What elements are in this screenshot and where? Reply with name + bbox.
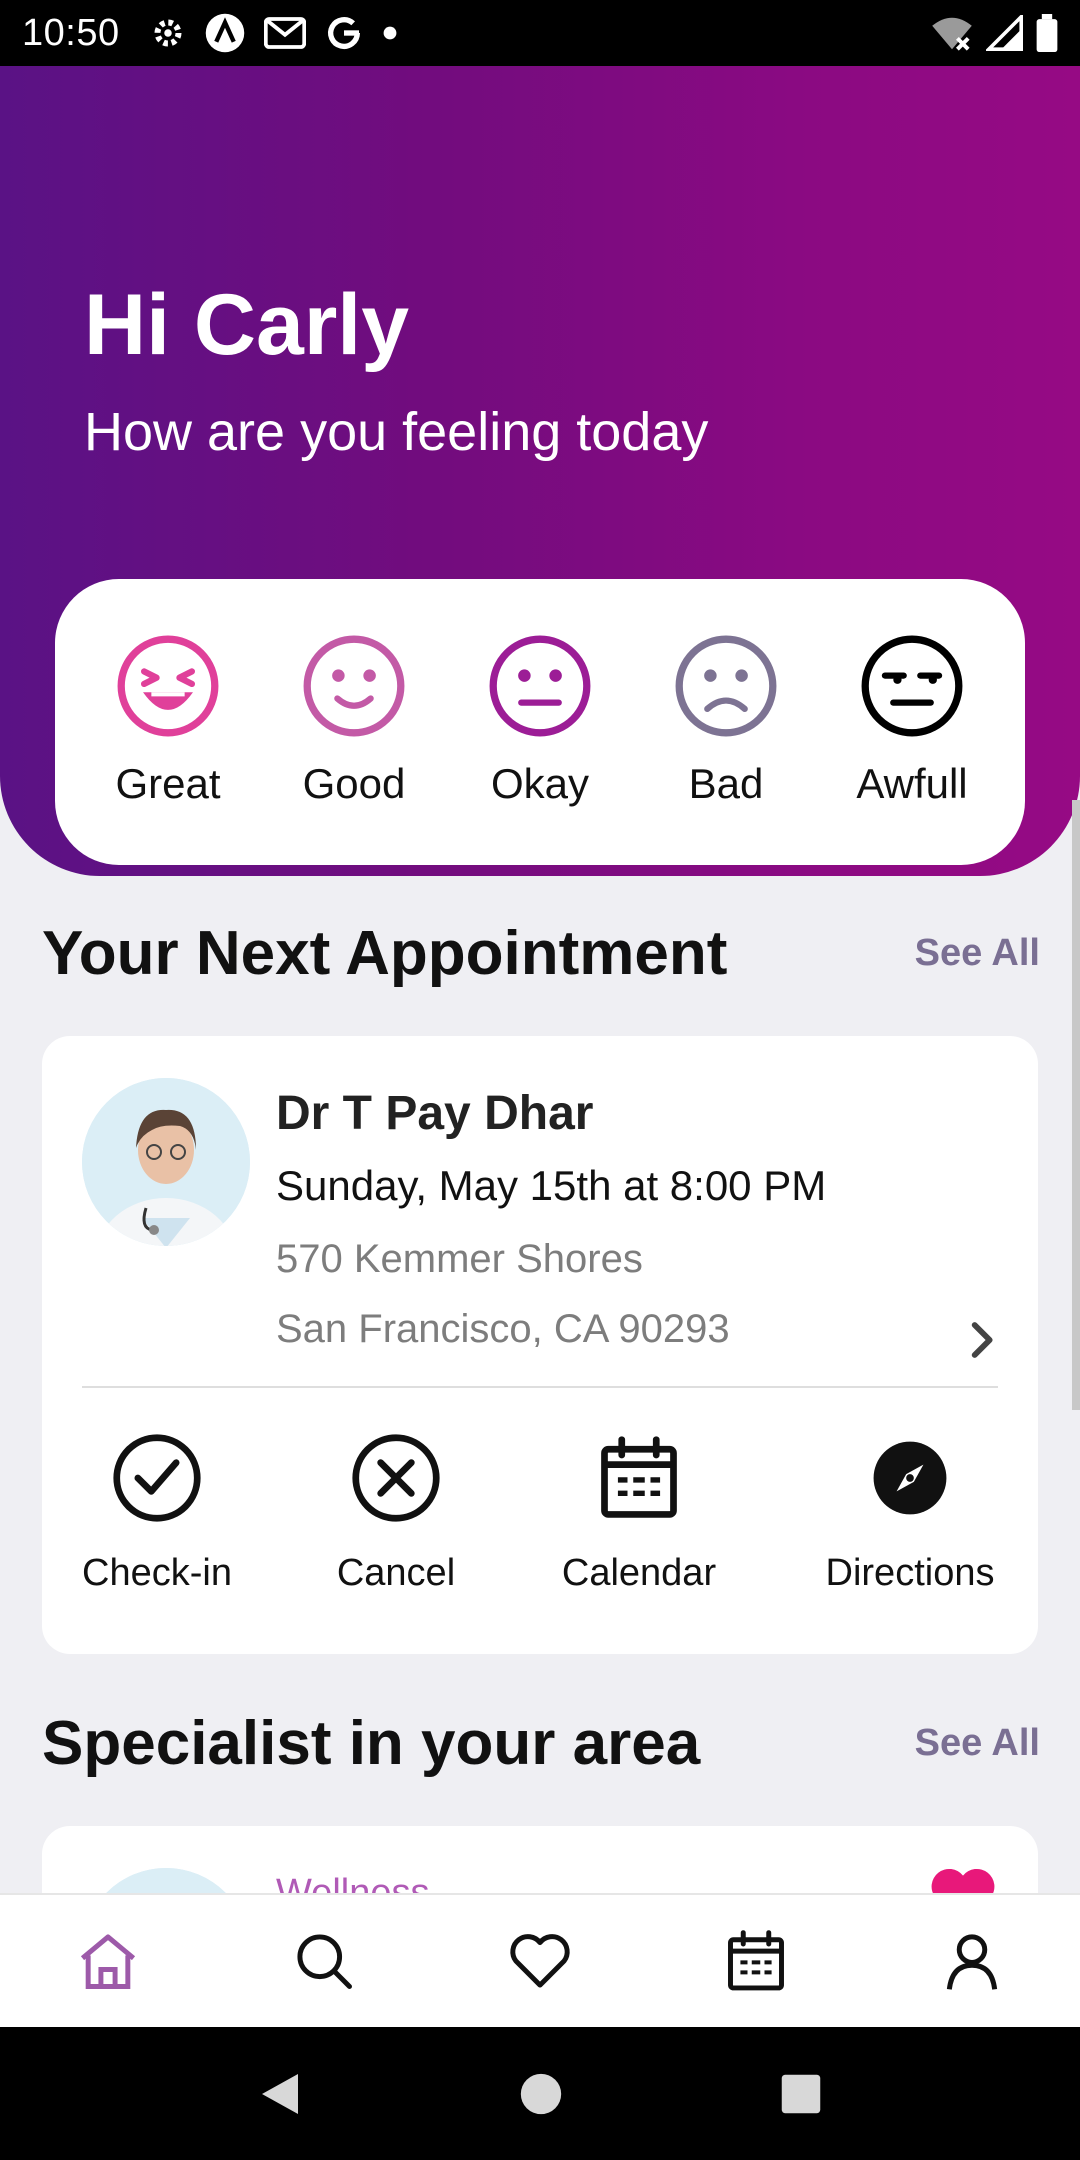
scrollbar[interactable] bbox=[1072, 800, 1080, 1410]
bottom-navigation bbox=[0, 1893, 1080, 2027]
compass-icon bbox=[873, 1441, 947, 1515]
action-label: Directions bbox=[825, 1552, 995, 1594]
check-circle-icon bbox=[113, 1434, 201, 1522]
mood-label: Good bbox=[302, 760, 406, 807]
system-navigation-bar bbox=[0, 2027, 1080, 2160]
gmail-icon bbox=[263, 17, 306, 49]
home-icon bbox=[80, 1934, 136, 1989]
card-divider bbox=[82, 1386, 998, 1388]
mood-awful[interactable]: Awfull bbox=[827, 634, 997, 808]
home-button-icon[interactable] bbox=[519, 2072, 563, 2116]
okay-face-icon bbox=[489, 635, 591, 737]
directions-button[interactable]: Directions bbox=[810, 1432, 1010, 1595]
calendar-icon bbox=[601, 1436, 677, 1518]
wifi-off-icon bbox=[932, 17, 972, 51]
greeting-title: Hi Carly bbox=[84, 277, 410, 373]
mood-label: Okay bbox=[490, 760, 590, 807]
action-label: Check-in bbox=[82, 1552, 232, 1594]
back-icon[interactable] bbox=[258, 2070, 302, 2118]
doctor-avatar bbox=[82, 1078, 250, 1246]
check-in-button[interactable]: Check-in bbox=[57, 1432, 257, 1595]
nav-favorites[interactable] bbox=[506, 1927, 574, 1995]
avast-icon bbox=[205, 13, 244, 53]
cancel-button[interactable]: Cancel bbox=[296, 1432, 496, 1595]
dot-icon bbox=[383, 26, 396, 40]
signal-icon bbox=[986, 15, 1023, 51]
nav-search[interactable] bbox=[290, 1927, 358, 1995]
chevron-right-icon[interactable] bbox=[968, 1320, 998, 1360]
recents-icon[interactable] bbox=[780, 2073, 822, 2115]
mood-okay[interactable]: Okay bbox=[455, 634, 625, 808]
mood-label: Awfull bbox=[856, 760, 968, 807]
mood-good[interactable]: Good bbox=[269, 634, 439, 808]
good-face-icon bbox=[303, 635, 405, 737]
mood-bad[interactable]: Bad bbox=[641, 634, 811, 808]
calendar-button[interactable]: Calendar bbox=[539, 1432, 739, 1595]
greeting-subtitle: How are you feeling today bbox=[84, 402, 709, 462]
awful-face-icon bbox=[861, 635, 963, 737]
specialist-section-title: Specialist in your area bbox=[42, 1709, 701, 1778]
nav-home[interactable] bbox=[74, 1927, 142, 1995]
nav-calendar[interactable] bbox=[722, 1927, 790, 1995]
action-label: Calendar bbox=[561, 1552, 717, 1594]
google-icon bbox=[327, 17, 360, 50]
search-icon bbox=[297, 1934, 352, 1989]
status-time: 10:50 bbox=[22, 11, 120, 54]
settings-icon bbox=[154, 19, 182, 47]
address-line1: 570 Kemmer Shores bbox=[276, 1237, 643, 1281]
great-face-icon bbox=[117, 635, 219, 737]
mood-great[interactable]: Great bbox=[83, 634, 253, 808]
status-bar: 10:50 bbox=[0, 0, 1080, 66]
battery-icon bbox=[1036, 14, 1058, 52]
appointment-see-all-link[interactable]: See All bbox=[915, 932, 1040, 975]
doctor-name: Dr T Pay Dhar bbox=[276, 1087, 594, 1140]
profile-icon bbox=[946, 1934, 998, 1990]
heart-icon bbox=[510, 1934, 570, 1988]
mood-label: Bad bbox=[688, 760, 764, 807]
appointment-datetime: Sunday, May 15th at 8:00 PM bbox=[276, 1162, 827, 1209]
appointment-card[interactable]: Dr T Pay Dhar Sunday, May 15th at 8:00 P… bbox=[42, 1036, 1038, 1654]
calendar-icon bbox=[728, 1930, 784, 1991]
appointment-section-title: Your Next Appointment bbox=[42, 919, 728, 988]
bad-face-icon bbox=[675, 635, 777, 737]
action-label: Cancel bbox=[336, 1552, 456, 1594]
address-line2: San Francisco, CA 90293 bbox=[276, 1307, 730, 1351]
specialist-see-all-link[interactable]: See All bbox=[915, 1722, 1040, 1765]
mood-selector: Great Good Okay Bad Awfull bbox=[55, 579, 1025, 865]
nav-profile[interactable] bbox=[938, 1927, 1006, 1995]
cancel-circle-icon bbox=[352, 1434, 440, 1522]
mood-label: Great bbox=[115, 760, 221, 807]
